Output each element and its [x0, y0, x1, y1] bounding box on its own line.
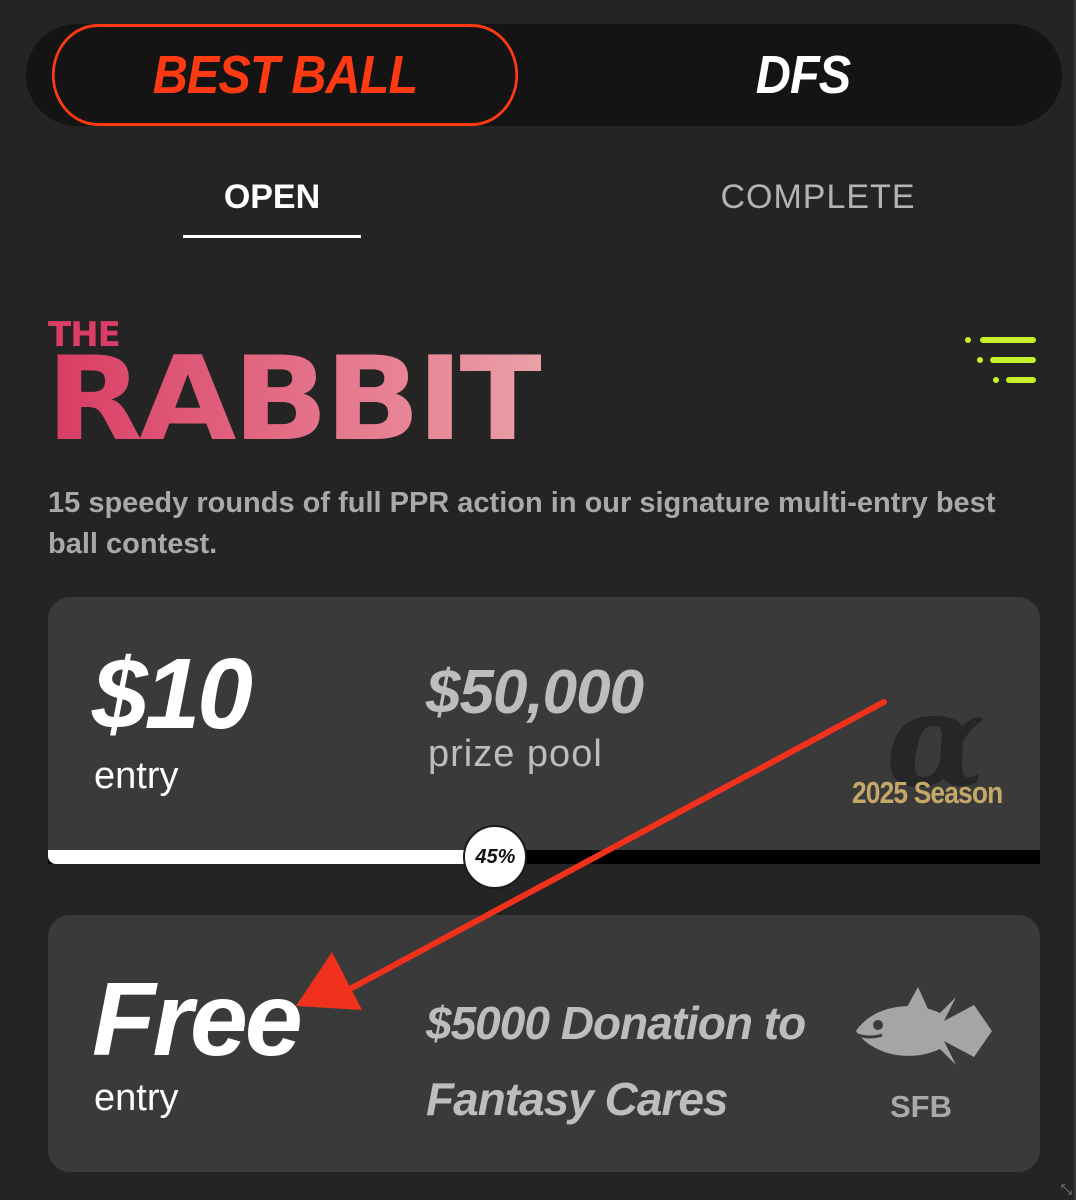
donation-line: Fantasy Cares — [426, 1073, 729, 1125]
entries-progress-bar — [48, 850, 1040, 864]
dfs-toggle-button[interactable]: DFS — [570, 24, 1036, 126]
tab-open[interactable]: OPEN — [183, 175, 361, 220]
app-screen: BEST BALL DFS OPEN COMPLETE THE RABBIT 1… — [0, 0, 1076, 1200]
entry-label: entry — [94, 1077, 179, 1119]
resize-corner-icon: ⤡ — [1060, 1181, 1072, 1197]
contest-card-paid[interactable]: $10 entry $50,000 prize pool α 2025 Seas… — [48, 597, 1040, 862]
season-label: 2025 Season — [852, 775, 1003, 810]
entries-progress-fill — [48, 850, 495, 864]
game-mode-toggle: BEST BALL DFS — [26, 24, 1062, 126]
tab-active-indicator — [183, 235, 361, 238]
best-ball-toggle-button[interactable]: BEST BALL — [51, 24, 519, 126]
sfb-label: SFB — [890, 1089, 952, 1124]
prize-pool-label: prize pool — [428, 733, 603, 775]
entry-price: $10 — [92, 638, 253, 750]
entry-price: Free — [92, 962, 303, 1078]
entries-progress-badge: 45% — [463, 825, 528, 889]
donation-text: $5000 Donation to Fantasy Cares — [426, 985, 846, 1137]
fish-icon — [856, 987, 992, 1065]
contest-description: 15 speedy rounds of full PPR action in o… — [48, 487, 996, 560]
contest-logo-title: RABBIT — [46, 331, 545, 467]
donation-line: $5000 Donation to — [426, 997, 806, 1049]
entry-label: entry — [94, 755, 179, 797]
filter-list-icon[interactable] — [960, 334, 1040, 386]
contest-card-free[interactable]: Free entry $5000 Donation to Fantasy Car… — [48, 915, 1040, 1172]
tab-complete[interactable]: COMPLETE — [700, 175, 936, 220]
prize-pool-amount: $50,000 — [426, 658, 644, 727]
